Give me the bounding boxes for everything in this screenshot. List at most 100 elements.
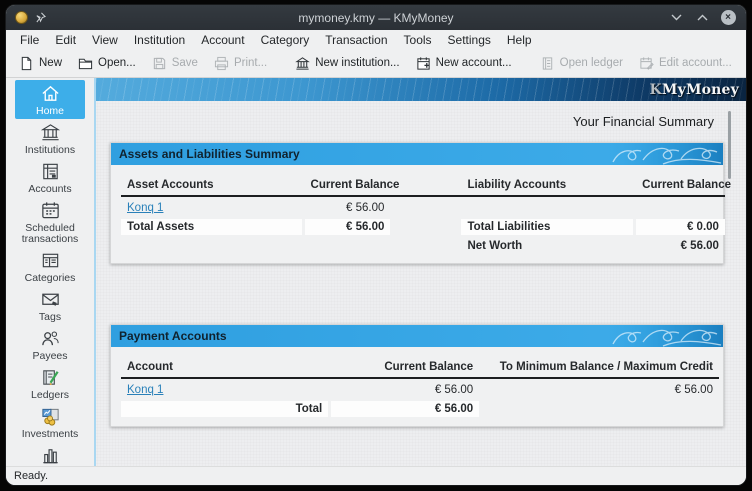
save-button[interactable]: Save bbox=[145, 53, 205, 74]
table-row-cell: € 56.00 bbox=[305, 200, 391, 216]
minimize-button[interactable] bbox=[668, 10, 684, 26]
bank-icon bbox=[295, 56, 310, 71]
sidebar-item-reports[interactable]: Reports bbox=[15, 442, 85, 466]
reports-icon bbox=[40, 445, 61, 466]
page-title: Your Financial Summary bbox=[96, 101, 746, 129]
header-divider bbox=[121, 377, 719, 379]
menu-tools[interactable]: Tools bbox=[396, 32, 440, 48]
vertical-scrollbar[interactable] bbox=[728, 111, 731, 179]
total-assets-label: Total Assets bbox=[121, 219, 302, 235]
categories-icon bbox=[40, 250, 61, 271]
sidebar-item-accounts[interactable]: Accounts bbox=[15, 158, 85, 197]
net-worth-label: Net Worth bbox=[461, 238, 633, 254]
sidebar-item-categories[interactable]: Categories bbox=[15, 247, 85, 286]
flourish-decoration-icon bbox=[605, 143, 723, 165]
menu-transaction[interactable]: Transaction bbox=[317, 32, 395, 48]
section-title: Assets and Liabilities Summary bbox=[111, 147, 300, 161]
save-floppy-icon bbox=[152, 56, 167, 71]
window-title: mymoney.kmy — KMyMoney bbox=[6, 11, 746, 25]
pin-icon bbox=[35, 12, 46, 23]
assets-liabilities-header: Assets and Liabilities Summary bbox=[111, 143, 723, 165]
view-sidebar: Home Institutions Accounts Scheduled tra… bbox=[6, 78, 94, 466]
close-button[interactable]: × bbox=[720, 10, 736, 26]
account-link[interactable]: Konq 1 bbox=[127, 202, 163, 214]
ledgers-icon bbox=[40, 367, 61, 388]
menu-account[interactable]: Account bbox=[193, 32, 252, 48]
assets-liabilities-section: Assets and Liabilities Summary Asset Acc… bbox=[110, 142, 724, 264]
table-row-cell: € 56.00 bbox=[331, 382, 479, 398]
sidebar-item-home[interactable]: Home bbox=[15, 80, 85, 119]
new-institution-button[interactable]: New institution... bbox=[288, 53, 406, 74]
open-ledger-button[interactable]: Open ledger bbox=[533, 53, 630, 74]
account-link[interactable]: Konq 1 bbox=[127, 384, 163, 396]
open-folder-icon bbox=[78, 56, 93, 71]
main-area: Home Institutions Accounts Scheduled tra… bbox=[6, 78, 746, 466]
new-document-icon bbox=[19, 56, 34, 71]
kmymoney-app-icon bbox=[15, 11, 28, 24]
banner: KMyMoney bbox=[96, 78, 746, 101]
ledger-icon bbox=[540, 56, 555, 71]
kmymoney-logo: KMyMoney bbox=[650, 82, 746, 98]
investments-icon bbox=[40, 406, 61, 427]
sidebar-item-scheduled-transactions[interactable]: Scheduled transactions bbox=[15, 197, 85, 247]
menu-category[interactable]: Category bbox=[253, 32, 318, 48]
sidebar-item-institutions[interactable]: Institutions bbox=[15, 119, 85, 158]
menu-file[interactable]: File bbox=[12, 32, 47, 48]
total-assets-value: € 56.00 bbox=[305, 219, 391, 235]
total-liabilities-label: Total Liabilities bbox=[461, 219, 633, 235]
kmymoney-window: mymoney.kmy — KMyMoney × File Edit View … bbox=[5, 4, 747, 486]
toolbar: New Open... Save Print... New institutio… bbox=[6, 49, 746, 78]
menu-institution[interactable]: Institution bbox=[126, 32, 193, 48]
menu-help[interactable]: Help bbox=[499, 32, 540, 48]
sidebar-item-ledgers[interactable]: Ledgers bbox=[15, 364, 85, 403]
home-icon bbox=[40, 83, 61, 104]
net-worth-value: € 56.00 bbox=[636, 238, 725, 254]
edit-account-icon bbox=[639, 56, 654, 71]
payees-icon bbox=[40, 328, 61, 349]
assets-liabilities-table: Asset Accounts Current Balance Liability… bbox=[111, 165, 723, 263]
sidebar-item-payees[interactable]: Payees bbox=[15, 325, 85, 364]
sidebar-item-tags[interactable]: Tags bbox=[15, 286, 85, 325]
table-row-cell: € 56.00 bbox=[482, 382, 719, 398]
col-header: Current Balance bbox=[636, 177, 725, 193]
header-divider bbox=[121, 195, 725, 197]
section-title: Payment Accounts bbox=[111, 329, 227, 343]
new-account-icon bbox=[416, 56, 431, 71]
open-button[interactable]: Open... bbox=[71, 53, 143, 74]
statusbar: Ready. bbox=[6, 466, 746, 485]
total-value: € 56.00 bbox=[331, 401, 479, 417]
new-account-button[interactable]: New account... bbox=[409, 53, 519, 74]
col-header: Account bbox=[121, 359, 328, 375]
menubar: File Edit View Institution Account Categ… bbox=[6, 30, 746, 49]
status-text: Ready. bbox=[14, 470, 48, 482]
payment-accounts-table: Account Current Balance To Minimum Balan… bbox=[111, 347, 723, 426]
close-icon: × bbox=[721, 10, 736, 25]
chevron-up-icon bbox=[697, 14, 708, 21]
chevron-down-icon bbox=[671, 14, 682, 21]
col-header: Asset Accounts bbox=[121, 177, 302, 193]
maximize-button[interactable] bbox=[694, 10, 710, 26]
flourish-decoration-icon bbox=[605, 325, 723, 347]
col-header: Current Balance bbox=[305, 177, 391, 193]
home-view: KMyMoney Your Financial Summary Assets a… bbox=[94, 78, 746, 466]
titlebar[interactable]: mymoney.kmy — KMyMoney × bbox=[6, 5, 746, 30]
menu-settings[interactable]: Settings bbox=[440, 32, 499, 48]
menu-edit[interactable]: Edit bbox=[47, 32, 84, 48]
menu-view[interactable]: View bbox=[84, 32, 126, 48]
edit-account-button[interactable]: Edit account... bbox=[632, 53, 739, 74]
sidebar-item-investments[interactable]: Investments bbox=[15, 403, 85, 442]
payment-accounts-header: Payment Accounts bbox=[111, 325, 723, 347]
new-button[interactable]: New bbox=[12, 53, 69, 74]
scheduled-icon bbox=[40, 200, 61, 221]
tags-icon bbox=[40, 289, 61, 310]
col-header: Liability Accounts bbox=[461, 177, 633, 193]
table-row-cell: Konq 1 bbox=[121, 200, 302, 216]
payment-accounts-section: Payment Accounts Account Current Balance bbox=[110, 324, 724, 427]
col-header: To Minimum Balance / Maximum Credit bbox=[482, 359, 719, 375]
table-row-cell: Konq 1 bbox=[121, 382, 328, 398]
print-button[interactable]: Print... bbox=[207, 53, 274, 74]
col-header: Current Balance bbox=[331, 359, 479, 375]
total-liabilities-value: € 0.00 bbox=[636, 219, 725, 235]
total-label: Total bbox=[121, 401, 328, 417]
reconcile-button[interactable]: Reconcile... bbox=[741, 53, 747, 74]
